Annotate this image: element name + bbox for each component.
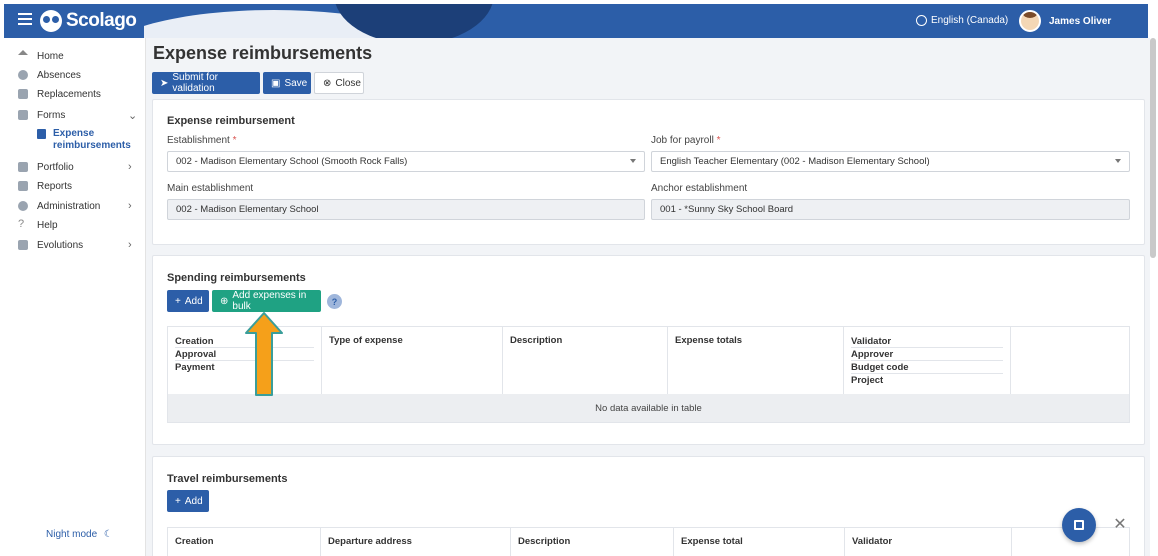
caret-down-icon xyxy=(630,159,636,163)
column-header-description[interactable]: Description xyxy=(503,327,668,394)
gear-icon xyxy=(18,201,28,211)
spending-reimbursements-card: Spending reimbursements + Add ⊕ Add expe… xyxy=(152,255,1145,445)
close-circle-icon: ⊗ xyxy=(323,77,332,89)
column-header-departure-address[interactable]: Departure address xyxy=(321,528,511,556)
forms-icon xyxy=(18,110,28,120)
sidebar-item-evolutions[interactable]: Evolutions › xyxy=(4,236,146,254)
plus-icon: + xyxy=(175,295,181,307)
owl-logo-icon xyxy=(40,10,62,32)
column-header-type-of-expense[interactable]: Type of expense xyxy=(322,327,503,394)
moon-icon: ☾ xyxy=(103,529,113,540)
column-header-creation[interactable]: Creation xyxy=(168,528,321,556)
home-icon xyxy=(18,50,28,55)
establishment-label: Establishment * xyxy=(167,135,237,146)
table-header: Creation Approval Payment Type of expens… xyxy=(168,327,1129,394)
paper-plane-icon: ➤ xyxy=(160,77,169,89)
night-mode-toggle[interactable]: Night mode ☾ xyxy=(46,529,113,540)
scolago-logo[interactable]: Scolago xyxy=(40,7,140,35)
sidebar-item-help[interactable]: ? Help xyxy=(4,216,146,234)
document-icon xyxy=(37,129,46,139)
help-circle-icon[interactable]: ? xyxy=(327,294,342,309)
expense-reimbursement-card: Expense reimbursement Establishment * 00… xyxy=(152,99,1145,245)
sidebar-item-replacements[interactable]: Replacements xyxy=(4,85,146,103)
annotation-arrow xyxy=(245,312,283,396)
page-title: Expense reimbursements xyxy=(153,43,373,63)
top-bar: Scolago English (Canada) James Oliver xyxy=(4,4,1148,38)
plus-icon: + xyxy=(175,495,181,507)
chevron-right-icon: › xyxy=(128,161,132,173)
column-header-expense-total[interactable]: Expense total xyxy=(674,528,845,556)
caret-down-icon xyxy=(1115,159,1121,163)
sidebar-item-absences[interactable]: Absences xyxy=(4,66,146,84)
sidebar: Home Absences Replacements Forms ⌄ Expen… xyxy=(4,38,146,556)
card-title: Expense reimbursement xyxy=(167,115,295,127)
sidebar-item-forms[interactable]: Forms ⌄ xyxy=(4,106,146,124)
sidebar-item-reports[interactable]: Reports xyxy=(4,177,146,195)
column-header-validators[interactable]: Validator Approver Budget code Project xyxy=(844,327,1011,394)
evolutions-icon xyxy=(18,240,28,250)
chevron-down-icon: ⌄ xyxy=(128,109,138,122)
help-icon: ? xyxy=(18,218,25,230)
sidebar-subitem-expense-reimbursements[interactable]: Expense reimbursements xyxy=(37,128,131,152)
floating-save-button[interactable] xyxy=(1062,508,1096,542)
avatar xyxy=(1019,10,1041,32)
add-travel-button[interactable]: + Add xyxy=(167,490,209,512)
chevron-right-icon: › xyxy=(128,239,132,251)
scrollbar[interactable] xyxy=(1150,38,1156,258)
user-menu[interactable]: James Oliver xyxy=(1019,10,1111,32)
add-spending-button[interactable]: + Add xyxy=(167,290,209,312)
submit-for-validation-button[interactable]: ➤ Submit for validation xyxy=(152,72,260,94)
close-button[interactable]: ⊗ Close xyxy=(314,72,364,94)
floppy-icon xyxy=(1074,520,1084,530)
language-selector[interactable]: English (Canada) xyxy=(916,15,1008,26)
column-header-expense-totals[interactable]: Expense totals xyxy=(668,327,844,394)
menu-icon[interactable] xyxy=(18,13,32,27)
save-button[interactable]: ▣ Save xyxy=(263,72,311,94)
card-title: Spending reimbursements xyxy=(167,272,306,284)
job-for-payroll-label: Job for payroll * xyxy=(651,135,721,146)
travel-table: Creation Departure address Description E… xyxy=(167,527,1130,556)
add-expenses-in-bulk-button[interactable]: ⊕ Add expenses in bulk xyxy=(212,290,321,312)
globe-icon xyxy=(916,15,927,26)
main-establishment-field: 002 - Madison Elementary School xyxy=(167,199,645,220)
anchor-establishment-label: Anchor establishment xyxy=(651,183,748,194)
replacements-icon xyxy=(18,89,28,99)
absences-icon xyxy=(18,70,28,80)
main-establishment-label: Main establishment xyxy=(167,183,254,194)
reports-icon xyxy=(18,181,28,191)
sidebar-item-administration[interactable]: Administration › xyxy=(4,197,146,215)
floppy-icon: ▣ xyxy=(271,77,281,89)
column-header-validator[interactable]: Validator xyxy=(845,528,1012,556)
sidebar-item-portfolio[interactable]: Portfolio › xyxy=(4,158,146,176)
establishment-select[interactable]: 002 - Madison Elementary School (Smooth … xyxy=(167,151,645,172)
bulk-add-icon: ⊕ xyxy=(220,295,229,307)
chevron-right-icon: › xyxy=(128,200,132,212)
main-content: Expense reimbursements ➤ Submit for vali… xyxy=(146,38,1150,556)
trophy-icon xyxy=(18,162,28,172)
card-title: Travel reimbursements xyxy=(167,473,288,485)
sidebar-item-home[interactable]: Home xyxy=(4,47,146,65)
close-icon[interactable]: ✕ xyxy=(1110,515,1130,535)
anchor-establishment-field: 001 - *Sunny Sky School Board xyxy=(651,199,1130,220)
job-for-payroll-select[interactable]: English Teacher Elementary (002 - Madiso… xyxy=(651,151,1130,172)
column-header-actions xyxy=(1011,327,1131,394)
travel-reimbursements-card: Travel reimbursements + Add Creation Dep… xyxy=(152,456,1145,556)
column-header-description[interactable]: Description xyxy=(511,528,674,556)
spending-table: Creation Approval Payment Type of expens… xyxy=(167,326,1130,423)
empty-table-message: No data available in table xyxy=(168,394,1129,422)
